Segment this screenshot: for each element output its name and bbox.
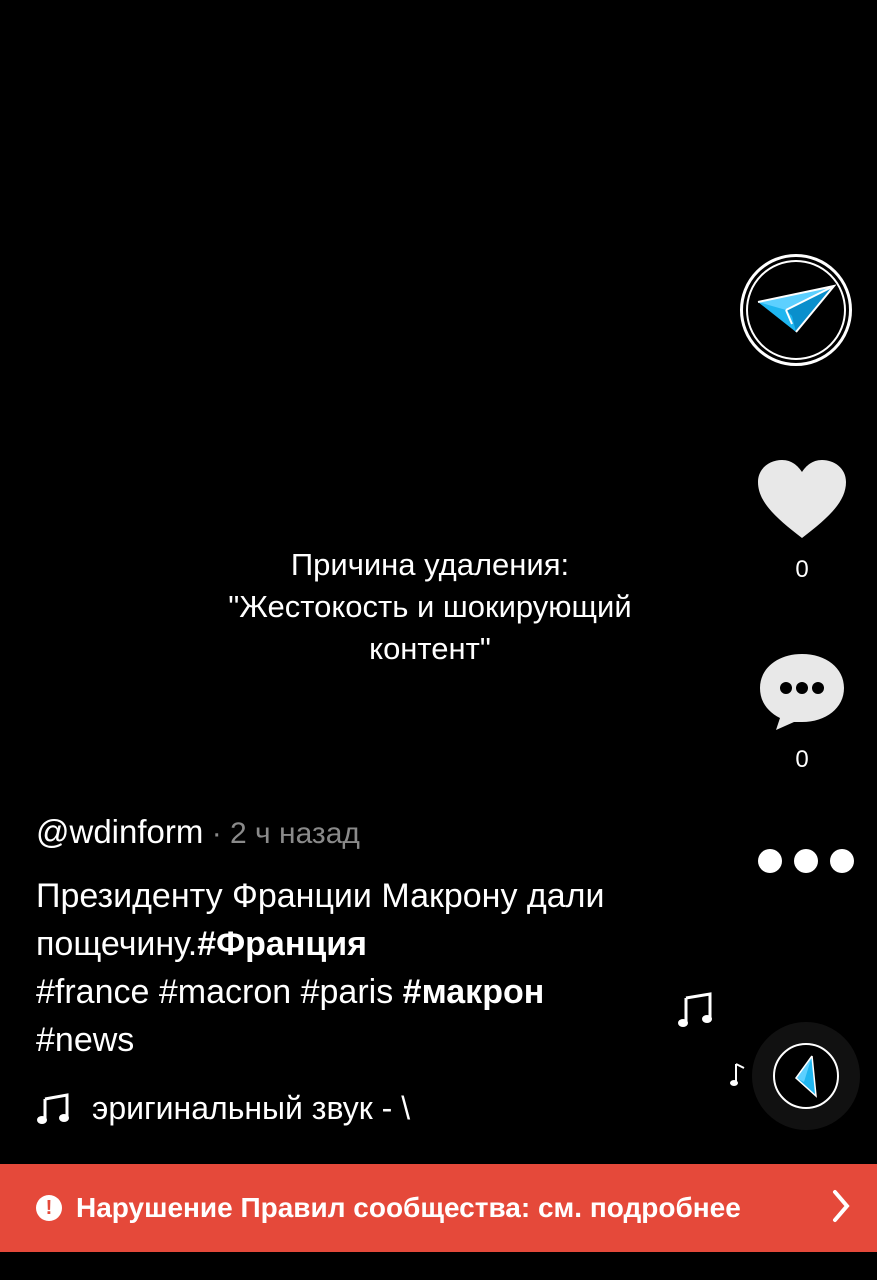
more-dots-icon[interactable] <box>758 848 854 874</box>
removal-reason-line1: Причина удаления: <box>290 547 570 582</box>
removal-reason-line3: контент" <box>369 631 491 666</box>
hashtag-news[interactable]: #news <box>36 1021 134 1059</box>
paper-plane-icon <box>757 284 836 333</box>
sound-disc[interactable] <box>752 1022 860 1130</box>
hashtag-france[interactable]: #france <box>36 973 149 1011</box>
comment-bubble-icon <box>760 654 844 730</box>
post-author-line: @wdinform · 2 ч назад <box>36 813 360 851</box>
chevron-right-icon <box>833 1190 850 1222</box>
profile-avatar[interactable] <box>740 254 852 366</box>
post-caption: Президенту Франции Макрону дали пощечину… <box>36 872 676 1064</box>
music-note-icon <box>37 1092 69 1124</box>
removal-reason: Причина удаления: "Жестокость и шокирующ… <box>180 544 680 670</box>
hashtag-paris[interactable]: #paris <box>301 973 394 1011</box>
sound-title: эригинальный звук - \ <box>92 1090 411 1126</box>
hashtag-makron[interactable]: #макрон <box>403 973 545 1011</box>
banner-text: Нарушение Правил сообщества: см. подробн… <box>76 1192 741 1223</box>
comment-button[interactable] <box>756 650 848 734</box>
hashtag-francia[interactable]: #Франция <box>197 925 367 963</box>
hashtag-macron[interactable]: #macron <box>159 973 291 1011</box>
disc-avatar <box>773 1043 839 1109</box>
post-time: · 2 ч назад <box>203 817 360 850</box>
author-handle[interactable]: @wdinform <box>36 813 203 850</box>
avatar-ring <box>746 260 846 360</box>
paper-plane-icon <box>794 1055 817 1098</box>
sound-row[interactable]: эригинальный звук - \ <box>36 1090 410 1127</box>
like-count: 0 <box>795 556 809 583</box>
music-note-icon <box>678 992 712 1027</box>
heart-icon <box>758 460 846 538</box>
like-button[interactable] <box>756 458 848 542</box>
community-guidelines-banner[interactable]: ! Нарушение Правил сообщества: см. подро… <box>0 1164 877 1252</box>
bottom-strip <box>0 1252 877 1280</box>
comment-count: 0 <box>795 746 809 773</box>
removal-reason-line2: "Жестокость и шокирующий <box>228 589 632 624</box>
warning-icon: ! <box>36 1195 62 1221</box>
music-note-small-icon <box>730 1063 745 1086</box>
